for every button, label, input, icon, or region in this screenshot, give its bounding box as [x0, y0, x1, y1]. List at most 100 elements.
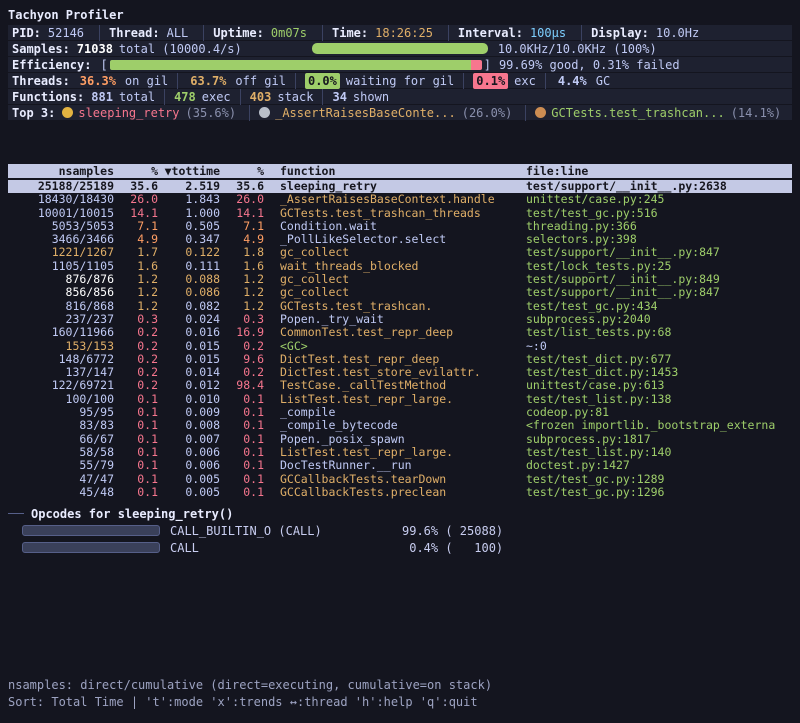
table-row[interactable]: 95/95 0.1 0.009 0.1 _compile codeop.py:8… [8, 406, 792, 419]
nsamples-cell: 55/79 [8, 459, 114, 472]
cumulative-percent-cell: 26.0 [220, 193, 264, 206]
info-segment: Display: 10.0Hz [581, 25, 705, 41]
function-table-body: 25188/25189 35.6 2.519 35.6 sleeping_ret… [8, 180, 792, 499]
file-line-cell: test/test_gc.py:434 [526, 300, 792, 313]
cumulative-percent-cell: 0.2 [220, 340, 264, 353]
cumulative-percent-cell: 14.1 [220, 207, 264, 220]
function-cell: _AssertRaisesBaseContext.handle [264, 193, 526, 206]
tottime-cell: 0.005 [158, 486, 220, 499]
cumulative-percent-cell: 0.3 [220, 313, 264, 326]
file-line-cell: test/test_dict.py:1453 [526, 366, 792, 379]
table-row[interactable]: 137/147 0.2 0.014 0.2 DictTest.test_stor… [8, 366, 792, 379]
table-row[interactable]: 10001/10015 14.1 1.000 14.1 GCTests.test… [8, 207, 792, 220]
samples-total-suffix: total (10000.4/s) [119, 41, 242, 57]
efficiency-failed-fill [471, 60, 481, 70]
header-percent[interactable]: % [114, 164, 158, 178]
table-row[interactable]: 3466/3466 4.9 0.347 4.9 _PollLikeSelecto… [8, 233, 792, 246]
percent-cell: 14.1 [114, 207, 158, 220]
percent-cell: 0.1 [114, 406, 158, 419]
function-cell: _compile_bytecode [264, 419, 526, 432]
table-row[interactable]: 876/876 1.2 0.088 1.2 gc_collect test/su… [8, 273, 792, 286]
efficiency-summary: 99.69% good, 0.31% failed [499, 57, 680, 73]
header-function[interactable]: function [264, 164, 526, 178]
info-label: Time: [332, 25, 368, 41]
thread-stat-percent: 0.0% [305, 73, 340, 89]
tottime-cell: 0.082 [158, 300, 220, 313]
nsamples-cell: 58/58 [8, 446, 114, 459]
samples-label: Samples: [12, 41, 70, 57]
nsamples-cell: 153/153 [8, 340, 114, 353]
table-row[interactable]: 153/153 0.2 0.015 0.2 <GC> ~:0 [8, 340, 792, 353]
header-cumulative-percent[interactable]: % [220, 164, 264, 178]
table-row[interactable]: 122/69721 0.2 0.012 98.4 TestCase._callT… [8, 379, 792, 392]
app-title: Tachyon Profiler [8, 6, 792, 24]
table-row[interactable]: 160/11966 0.2 0.016 16.9 CommonTest.test… [8, 326, 792, 339]
table-row[interactable]: 1105/1105 1.6 0.111 1.6 wait_threads_blo… [8, 260, 792, 273]
percent-cell: 1.2 [114, 273, 158, 286]
function-cell: DictTest.test_store_evilattr.<local... [264, 366, 526, 379]
table-row[interactable]: 856/856 1.2 0.086 1.2 gc_collect test/su… [8, 286, 792, 299]
file-line-cell: unittest/case.py:613 [526, 379, 792, 392]
thread-stat-label: waiting for gil [346, 73, 454, 89]
cumulative-percent-cell: 1.2 [220, 286, 264, 299]
thread-stat-percent: 0.1% [473, 73, 508, 89]
table-row[interactable]: 5053/5053 7.1 0.505 7.1 Condition.wait t… [8, 220, 792, 233]
cumulative-percent-cell: 0.2 [220, 366, 264, 379]
header-nsamples[interactable]: nsamples [8, 164, 114, 178]
efficiency-row: Efficiency: 99.69% good, 0.31% failed [8, 57, 792, 72]
nsamples-cell: 18430/18430 [8, 193, 114, 206]
percent-cell: 0.2 [114, 340, 158, 353]
cumulative-percent-cell: 0.1 [220, 459, 264, 472]
header-file-line[interactable]: file:line [526, 164, 792, 178]
table-row[interactable]: 55/79 0.1 0.006 0.1 DocTestRunner.__run … [8, 459, 792, 472]
table-row[interactable]: 18430/18430 26.0 1.843 26.0 _AssertRaise… [8, 193, 792, 206]
percent-cell: 1.6 [114, 260, 158, 273]
threads-label: Threads: [12, 73, 70, 89]
efficiency-good-fill [110, 60, 472, 70]
info-label: Display: [591, 25, 649, 41]
tottime-cell: 2.519 [158, 180, 220, 193]
nsamples-cell: 1105/1105 [8, 260, 114, 273]
table-row[interactable]: 816/868 1.2 0.082 1.2 GCTests.test_trash… [8, 300, 792, 313]
table-row[interactable]: 1221/1267 1.7 0.122 1.8 gc_collect test/… [8, 246, 792, 259]
top3-item[interactable]: GCTests.test_trashcan... (14.1%) [525, 105, 785, 121]
top3-item[interactable]: sleeping_retry (35.6%) [62, 105, 240, 121]
process-info-bar: PID: 52146 Thread: ALL Uptime: 0m07s Tim… [8, 25, 792, 40]
table-row[interactable]: 100/100 0.1 0.010 0.1 ListTest.test_repr… [8, 393, 792, 406]
thread-stat-segment: 36.3% on gil [77, 73, 168, 89]
table-row[interactable]: 148/6772 0.2 0.015 9.6 DictTest.test_rep… [8, 353, 792, 366]
cumulative-percent-cell: 0.1 [220, 486, 264, 499]
nsamples-cell: 1221/1267 [8, 246, 114, 259]
nsamples-cell: 95/95 [8, 406, 114, 419]
table-row[interactable]: 66/67 0.1 0.007 0.1 Popen._posix_spawn s… [8, 433, 792, 446]
table-row[interactable]: 25188/25189 35.6 2.519 35.6 sleeping_ret… [8, 180, 792, 193]
functions-segments: 881 total 478 exec 403 stack 34 shown [91, 89, 389, 105]
table-row[interactable]: 45/48 0.1 0.005 0.1 GCCallbackTests.prec… [8, 486, 792, 499]
cumulative-percent-cell: 0.1 [220, 406, 264, 419]
table-row[interactable]: 47/47 0.1 0.005 0.1 GCCallbackTests.tear… [8, 473, 792, 486]
function-count-label: stack [277, 89, 313, 105]
nsamples-cell: 122/69721 [8, 379, 114, 392]
header-tottime-sorted[interactable]: ▼tottime [158, 164, 220, 178]
table-row[interactable]: 58/58 0.1 0.006 0.1 ListTest.test_repr_l… [8, 446, 792, 459]
table-row[interactable]: 83/83 0.1 0.008 0.1 _compile_bytecode <f… [8, 419, 792, 432]
function-cell: Condition.wait [264, 220, 526, 233]
info-segment: Uptime: 0m07s [203, 25, 313, 41]
opcode-name: CALL_BUILTIN_O (CALL) [170, 524, 402, 538]
tottime-cell: 0.008 [158, 419, 220, 432]
sample-rate-bar-icon [312, 43, 488, 54]
file-line-cell: subprocess.py:2040 [526, 313, 792, 326]
gold-medal-icon [62, 107, 73, 118]
function-cell: ListTest.test_repr_large.<locals>.c... [264, 446, 526, 459]
file-line-cell: test/support/__init__.py:2638 [526, 180, 792, 193]
cumulative-percent-cell: 98.4 [220, 379, 264, 392]
function-cell: sleeping_retry [264, 180, 526, 193]
cumulative-percent-cell: 1.6 [220, 260, 264, 273]
table-row[interactable]: 237/237 0.3 0.024 0.3 Popen._try_wait su… [8, 313, 792, 326]
file-line-cell: selectors.py:398 [526, 233, 792, 246]
cumulative-percent-cell: 1.2 [220, 273, 264, 286]
info-label: Uptime: [213, 25, 264, 41]
nsamples-cell: 100/100 [8, 393, 114, 406]
top3-item[interactable]: _AssertRaisesBaseConte... (26.0%) [249, 105, 516, 121]
nsamples-cell: 876/876 [8, 273, 114, 286]
